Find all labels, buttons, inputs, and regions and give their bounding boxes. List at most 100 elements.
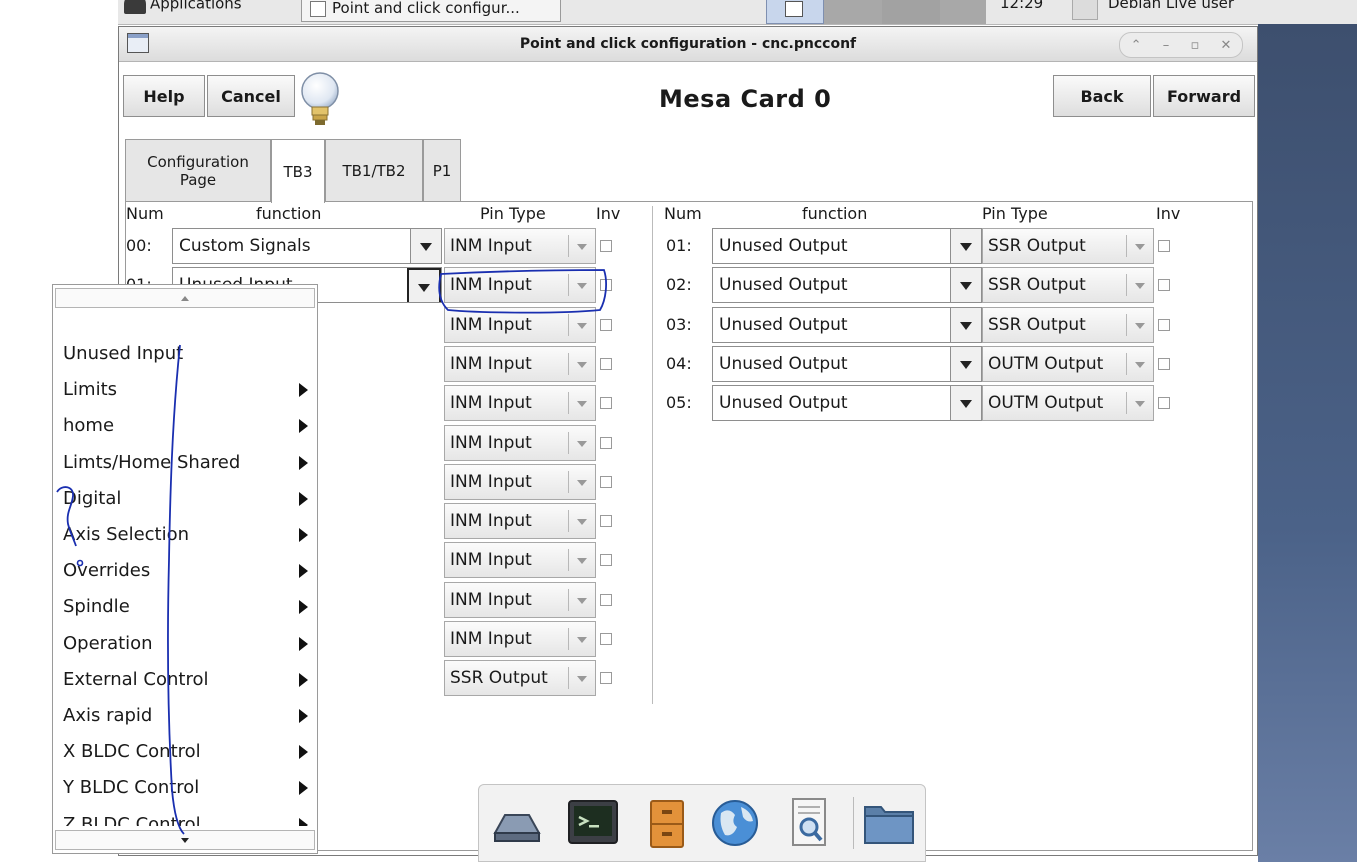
- tab-tb1-tb2[interactable]: TB1/TB2: [325, 139, 423, 201]
- chevron-down-icon[interactable]: [569, 465, 595, 499]
- user-menu[interactable]: Debian Live user: [1108, 0, 1234, 12]
- chevron-down-icon[interactable]: [569, 229, 595, 263]
- chevron-down-icon[interactable]: [1127, 386, 1153, 420]
- menu-item[interactable]: Z BLDC Control: [63, 808, 313, 826]
- chevron-down-icon[interactable]: [1127, 229, 1153, 263]
- workspace-2[interactable]: [824, 0, 882, 24]
- search-document-icon[interactable]: [781, 795, 837, 851]
- close-button[interactable]: ✕: [1220, 38, 1231, 53]
- right-function-combo[interactable]: Unused Output: [712, 345, 982, 382]
- right-inv-checkbox[interactable]: [1158, 357, 1170, 370]
- left-inv-checkbox[interactable]: [600, 672, 612, 685]
- menu-item[interactable]: Unused Input: [63, 337, 313, 373]
- menu-scroll-down-arrow[interactable]: [55, 830, 315, 850]
- workspace-1[interactable]: [766, 0, 824, 24]
- right-function-combo[interactable]: Unused Output: [712, 306, 982, 343]
- menu-item[interactable]: Overrides: [63, 554, 313, 590]
- right-inv-checkbox[interactable]: [1158, 279, 1170, 292]
- left-inv-checkbox[interactable]: [600, 593, 612, 606]
- maximize-button[interactable]: ▫: [1190, 38, 1199, 53]
- menu-item[interactable]: Y BLDC Control: [63, 771, 313, 807]
- left-pin-type-combo[interactable]: INM Input: [444, 267, 596, 304]
- forward-button[interactable]: Forward: [1153, 75, 1255, 117]
- chevron-down-icon[interactable]: [569, 347, 595, 381]
- workspace-3[interactable]: [882, 0, 940, 24]
- chevron-down-icon[interactable]: [569, 661, 595, 695]
- right-pin-type-combo[interactable]: SSR Output: [982, 228, 1154, 264]
- right-inv-checkbox[interactable]: [1158, 240, 1170, 252]
- chevron-down-icon[interactable]: [569, 583, 595, 617]
- chevron-down-icon[interactable]: [1127, 308, 1153, 342]
- left-inv-checkbox[interactable]: [600, 318, 612, 331]
- left-pin-type-combo[interactable]: INM Input: [444, 424, 596, 461]
- left-inv-checkbox[interactable]: [600, 397, 612, 410]
- tab-p1[interactable]: P1: [423, 139, 461, 201]
- right-inv-checkbox[interactable]: [1158, 318, 1170, 331]
- chevron-down-icon[interactable]: [1127, 347, 1153, 381]
- left-inv-checkbox[interactable]: [600, 475, 612, 488]
- minimize-button[interactable]: –: [1163, 38, 1170, 53]
- menu-item[interactable]: Operation: [63, 627, 313, 663]
- menu-item[interactable]: Digital: [63, 482, 313, 518]
- menu-item[interactable]: Spindle: [63, 590, 313, 626]
- right-function-combo[interactable]: Unused Output: [712, 228, 982, 264]
- chevron-down-icon[interactable]: [950, 229, 981, 263]
- right-inv-checkbox[interactable]: [1158, 397, 1170, 410]
- title-bar[interactable]: Point and click configuration - cnc.pncc…: [119, 27, 1257, 62]
- left-pin-type-combo[interactable]: SSR Output: [444, 660, 596, 697]
- left-pin-type-combo[interactable]: INM Input: [444, 542, 596, 579]
- workspace-4[interactable]: [940, 0, 986, 24]
- drive-icon[interactable]: [489, 795, 545, 851]
- menu-item[interactable]: Axis rapid: [63, 699, 313, 735]
- chevron-down-icon[interactable]: [950, 386, 981, 421]
- left-inv-checkbox[interactable]: [600, 240, 612, 252]
- chevron-down-icon[interactable]: [569, 543, 595, 577]
- menu-item[interactable]: External Control: [63, 663, 313, 699]
- left-pin-type-combo[interactable]: INM Input: [444, 306, 596, 343]
- shade-button[interactable]: ⌃: [1131, 38, 1142, 53]
- chevron-down-icon[interactable]: [569, 622, 595, 656]
- left-inv-checkbox[interactable]: [600, 633, 612, 645]
- chevron-down-icon[interactable]: [1127, 268, 1153, 302]
- applications-menu[interactable]: Applications: [124, 0, 242, 14]
- task-button-pncconf[interactable]: Point and click configur...: [301, 0, 561, 22]
- left-inv-checkbox[interactable]: [600, 515, 612, 528]
- globe-icon[interactable]: [707, 795, 763, 851]
- right-function-combo[interactable]: Unused Output: [712, 385, 982, 422]
- folder-icon[interactable]: [861, 795, 917, 851]
- left-pin-type-combo[interactable]: INM Input: [444, 581, 596, 618]
- left-inv-checkbox[interactable]: [600, 436, 612, 449]
- tab-configuration-page[interactable]: Configuration Page: [125, 139, 271, 201]
- help-button[interactable]: Help: [123, 75, 205, 117]
- right-pin-type-combo[interactable]: SSR Output: [982, 267, 1154, 304]
- left-pin-type-combo[interactable]: INM Input: [444, 463, 596, 500]
- left-pin-type-combo[interactable]: INM Input: [444, 503, 596, 540]
- menu-item[interactable]: Axis Selection: [63, 518, 313, 554]
- left-function-combo[interactable]: Custom Signals: [172, 228, 442, 264]
- right-pin-type-combo[interactable]: OUTM Output: [982, 385, 1154, 422]
- chevron-down-icon[interactable]: [950, 346, 981, 381]
- menu-scroll-up-arrow[interactable]: [55, 288, 315, 308]
- left-pin-type-combo[interactable]: INM Input: [444, 228, 596, 264]
- left-pin-type-combo[interactable]: INM Input: [444, 621, 596, 657]
- right-pin-type-combo[interactable]: OUTM Output: [982, 345, 1154, 382]
- menu-item[interactable]: Limits: [63, 373, 313, 409]
- chevron-down-icon[interactable]: [407, 268, 441, 303]
- menu-item[interactable]: X BLDC Control: [63, 735, 313, 771]
- file-cabinet-icon[interactable]: [639, 795, 695, 851]
- left-inv-checkbox[interactable]: [600, 357, 612, 370]
- left-pin-type-combo[interactable]: INM Input: [444, 385, 596, 422]
- menu-item[interactable]: home: [63, 409, 313, 445]
- terminal-icon[interactable]: [565, 795, 621, 851]
- network-icon[interactable]: [1072, 0, 1098, 20]
- cancel-button[interactable]: Cancel: [207, 75, 295, 117]
- right-pin-type-combo[interactable]: SSR Output: [982, 306, 1154, 343]
- left-inv-checkbox[interactable]: [600, 554, 612, 567]
- right-function-combo[interactable]: Unused Output: [712, 267, 982, 304]
- left-pin-type-combo[interactable]: INM Input: [444, 345, 596, 382]
- chevron-down-icon[interactable]: [950, 307, 981, 342]
- clock[interactable]: 12:29: [1000, 0, 1043, 12]
- menu-item[interactable]: Limts/Home Shared: [63, 446, 313, 482]
- chevron-down-icon[interactable]: [569, 308, 595, 342]
- back-button[interactable]: Back: [1053, 75, 1151, 117]
